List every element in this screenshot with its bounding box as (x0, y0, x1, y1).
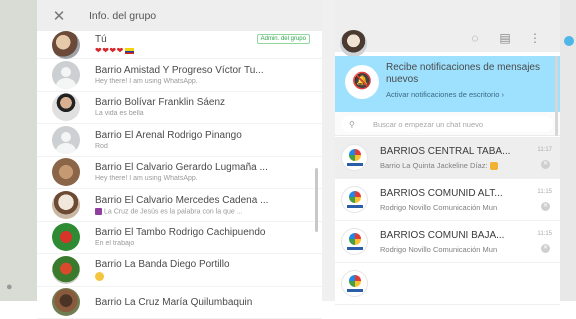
ecuador-flag-icon (125, 48, 134, 54)
member-name: Barrio El Calvario Gerardo Lugmaña ... (95, 162, 268, 173)
avatar (52, 288, 80, 316)
chat-time: 11:17 (537, 147, 552, 153)
member-item[interactable]: Tú ❤❤❤❤ Admin. del grupo (37, 31, 322, 59)
member-status: La Cruz de Jesús es la palabra con la qu… (95, 208, 268, 215)
group-avatar (341, 228, 368, 255)
group-info-title: Info. del grupo (89, 10, 156, 22)
notification-banner[interactable]: 🔕 Recibe notificaciones de mensajes nuev… (335, 56, 560, 112)
member-status: La vida es bella (95, 110, 225, 117)
avatar[interactable] (340, 30, 367, 57)
chat-list-item[interactable]: BARRIOS COMUNID ALT... 11:15 Rodrigo Nov… (335, 179, 560, 221)
chat-time: 11:15 (537, 189, 552, 195)
chat-name: BARRIOS CENTRAL TABA... (380, 146, 510, 157)
menu-icon[interactable]: ⋮ (528, 31, 542, 45)
background-window-strip: ● (0, 0, 37, 301)
member-status: Hey there! I am using WhatsApp. (95, 175, 268, 182)
member-name: Barrio Bolívar Franklin Sáenz (95, 97, 225, 108)
chat-list-panel: ◌ ▤ ⋮ 🔕 Recibe notificaciones de mensaje… (335, 0, 560, 301)
member-item[interactable]: Barrio La Banda Diego Portillo (37, 254, 322, 287)
enable-notifications-link[interactable]: Activar notificaciones de escritorio › (386, 90, 504, 99)
member-status: Rod (95, 143, 242, 150)
member-item[interactable]: Barrio La Cruz María Quilumbaquin (37, 287, 322, 319)
close-icon[interactable]: ✕ (51, 7, 67, 25)
muted-icon: ✕ (541, 202, 550, 211)
background-window-strip (560, 0, 576, 301)
group-info-panel: ✕ Info. del grupo Tú ❤❤❤❤ Admin. del gru… (37, 0, 322, 301)
member-item[interactable]: Barrio El Arenal Rodrigo Pinango Rod (37, 124, 322, 157)
avatar (52, 256, 80, 284)
chat-list-item[interactable]: BARRIOS CENTRAL TABA... 11:17 Barrio La … (335, 137, 560, 179)
avatar (52, 61, 80, 89)
chat-time: 11:15 (537, 231, 552, 237)
notification-title: Recibe notificaciones de mensajes nuevos (386, 62, 556, 86)
avatar (52, 93, 80, 121)
chat-name: BARRIOS COMUNI BAJA... (380, 230, 504, 241)
group-avatar (341, 144, 368, 171)
member-name: Tú (95, 34, 134, 45)
muted-icon: ✕ (541, 160, 550, 169)
muted-icon: ✕ (541, 244, 550, 253)
group-avatar (341, 270, 368, 297)
group-avatar (341, 186, 368, 213)
bell-off-icon: 🔕 (345, 65, 379, 99)
member-item[interactable]: Barrio El Tambo Rodrigo Cachipuendo En e… (37, 222, 322, 255)
member-status: En el trabajo (95, 240, 265, 247)
member-item[interactable]: Barrio Bolívar Franklin Sáenz La vida es… (37, 92, 322, 125)
app-icon (564, 36, 574, 46)
avatar (52, 191, 80, 219)
admin-badge: Admin. del grupo (257, 34, 310, 44)
avatar (52, 223, 80, 251)
avatar (52, 31, 80, 59)
member-item[interactable]: Barrio El Calvario Gerardo Lugmaña ... H… (37, 157, 322, 190)
search-icon: ⚲ (349, 120, 359, 129)
member-item[interactable]: Barrio El Calvario Mercedes Cadena ... L… (37, 189, 322, 222)
member-name: Barrio El Tambo Rodrigo Cachipuendo (95, 227, 265, 238)
divider (322, 0, 335, 301)
member-status: ❤❤❤❤ (95, 46, 134, 55)
chat-list-item[interactable] (335, 263, 560, 305)
avatar (52, 126, 80, 154)
member-name: Barrio El Calvario Mercedes Cadena ... (95, 195, 268, 206)
member-name: Barrio La Cruz María Quilumbaquin (95, 297, 252, 308)
group-info-header: ✕ Info. del grupo (37, 0, 322, 31)
chat-last-message: Rodrigo Novillo Comunicación Mun (380, 203, 497, 212)
member-status: Hey there! I am using WhatsApp. (95, 78, 264, 85)
smiley-emoji-icon (95, 272, 104, 281)
clapping-emoji-icon (490, 162, 498, 170)
chat-last-message: Rodrigo Novillo Comunicación Mun (380, 245, 497, 254)
chat-name: BARRIOS COMUNID ALT... (380, 188, 503, 199)
user-icon: ● (6, 281, 18, 293)
new-chat-icon[interactable]: ▤ (498, 31, 512, 45)
search-bar: ⚲ (335, 112, 560, 136)
cross-icon (95, 208, 102, 215)
member-item[interactable]: Barrio Amistad Y Progreso Víctor Tu... H… (37, 59, 322, 92)
chat-last-message: Barrio La Quinta Jackeline Díaz: (380, 161, 498, 170)
avatar (52, 158, 80, 186)
member-name: Barrio Amistad Y Progreso Víctor Tu... (95, 65, 264, 76)
search-input[interactable] (373, 120, 543, 129)
chat-list-item[interactable]: BARRIOS COMUNI BAJA... 11:15 Rodrigo Nov… (335, 221, 560, 263)
member-name: Barrio El Arenal Rodrigo Pinango (95, 130, 242, 141)
status-icon[interactable]: ◌ (468, 31, 482, 45)
member-status (95, 272, 230, 281)
member-name: Barrio La Banda Diego Portillo (95, 259, 230, 270)
scrollbar[interactable] (315, 168, 318, 232)
scrollbar[interactable] (555, 56, 558, 136)
chat-list-header: ◌ ▤ ⋮ (335, 0, 560, 52)
search-box[interactable]: ⚲ (341, 116, 553, 132)
